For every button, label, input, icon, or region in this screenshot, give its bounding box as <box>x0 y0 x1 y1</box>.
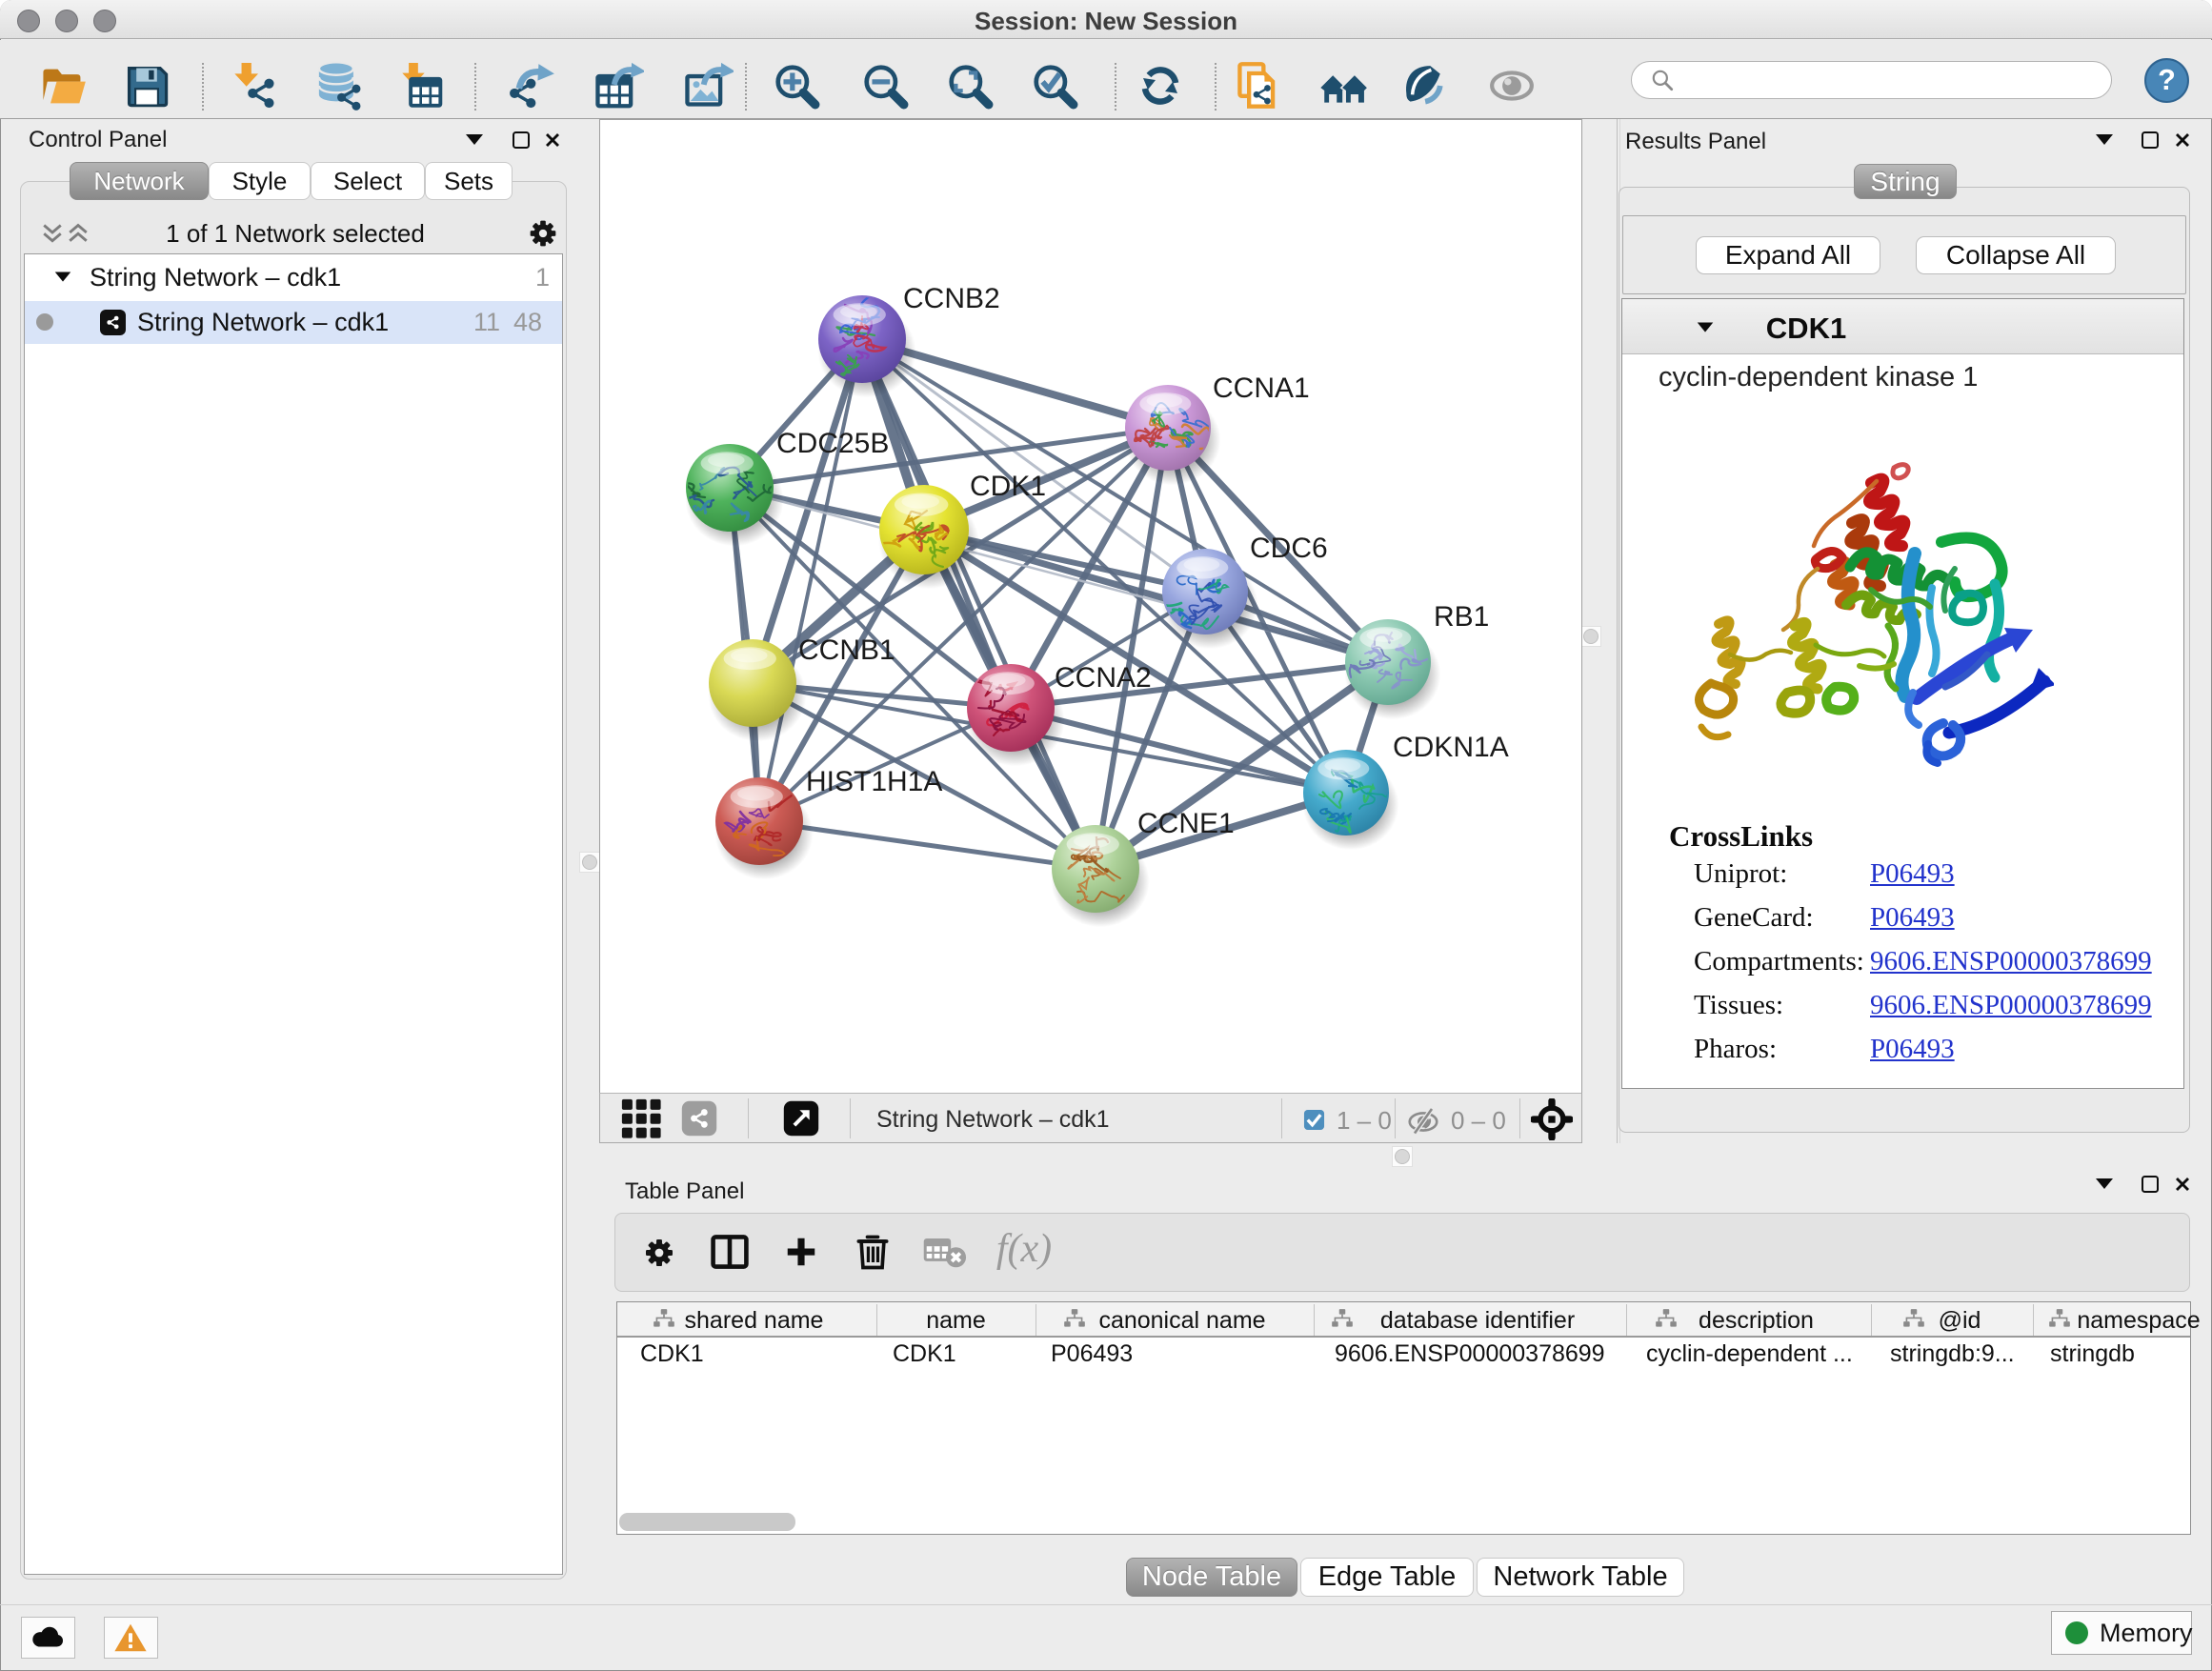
svg-text:CCNE1: CCNE1 <box>1137 808 1235 839</box>
svg-text:?: ? <box>2158 64 2176 96</box>
svg-text:CCNB1: CCNB1 <box>798 634 895 666</box>
svg-text:CDC25B: CDC25B <box>776 428 889 459</box>
svg-text:CCNA2: CCNA2 <box>1055 662 1152 694</box>
svg-text:CCNB2: CCNB2 <box>903 283 1000 314</box>
svg-text:CDC6: CDC6 <box>1250 533 1328 564</box>
svg-text:CDK1: CDK1 <box>970 471 1046 502</box>
svg-text:CDKN1A: CDKN1A <box>1393 732 1509 763</box>
svg-text:CCNA1: CCNA1 <box>1213 372 1310 404</box>
svg-text:HIST1H1A: HIST1H1A <box>806 766 942 797</box>
svg-text:RB1: RB1 <box>1434 601 1489 633</box>
